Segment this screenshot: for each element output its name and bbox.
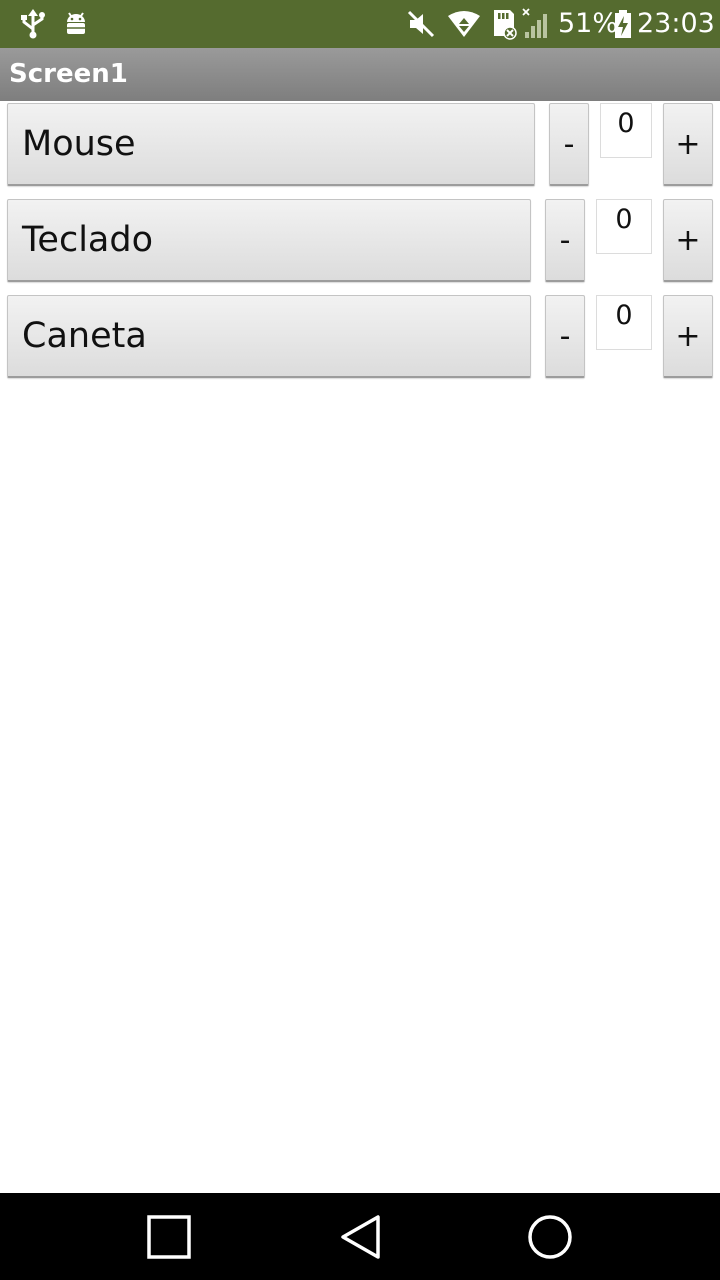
screen-title: Screen1 [9,59,128,89]
home-icon[interactable] [520,1193,580,1280]
battery-percent: 51% [558,8,619,39]
item-button-caneta[interactable]: Caneta [7,295,531,378]
recents-icon[interactable] [139,1193,199,1280]
increment-button-mouse[interactable]: + [663,103,713,186]
android-debug-icon [60,0,92,48]
sd-card-icon [489,0,519,48]
item-button-teclado[interactable]: Teclado [7,199,531,282]
status-bar: 51% 23:03 [0,0,720,48]
battery-charging-icon [612,0,634,48]
decrement-button-mouse[interactable]: - [549,103,589,186]
clock: 23:03 [637,8,715,39]
increment-button-teclado[interactable]: + [663,199,713,282]
count-field-caneta[interactable]: 0 [596,295,652,350]
navigation-bar [0,1193,720,1280]
item-button-mouse[interactable]: Mouse [7,103,535,186]
back-icon[interactable] [330,1193,390,1280]
mute-icon [405,0,437,48]
count-field-mouse[interactable]: 0 [600,103,652,158]
signal-icon [522,0,552,48]
count-field-teclado[interactable]: 0 [596,199,652,254]
increment-button-caneta[interactable]: + [663,295,713,378]
wifi-icon [446,0,482,48]
usb-icon [18,0,48,48]
title-bar: Screen1 [0,48,720,101]
decrement-button-caneta[interactable]: - [545,295,585,378]
decrement-button-teclado[interactable]: - [545,199,585,282]
